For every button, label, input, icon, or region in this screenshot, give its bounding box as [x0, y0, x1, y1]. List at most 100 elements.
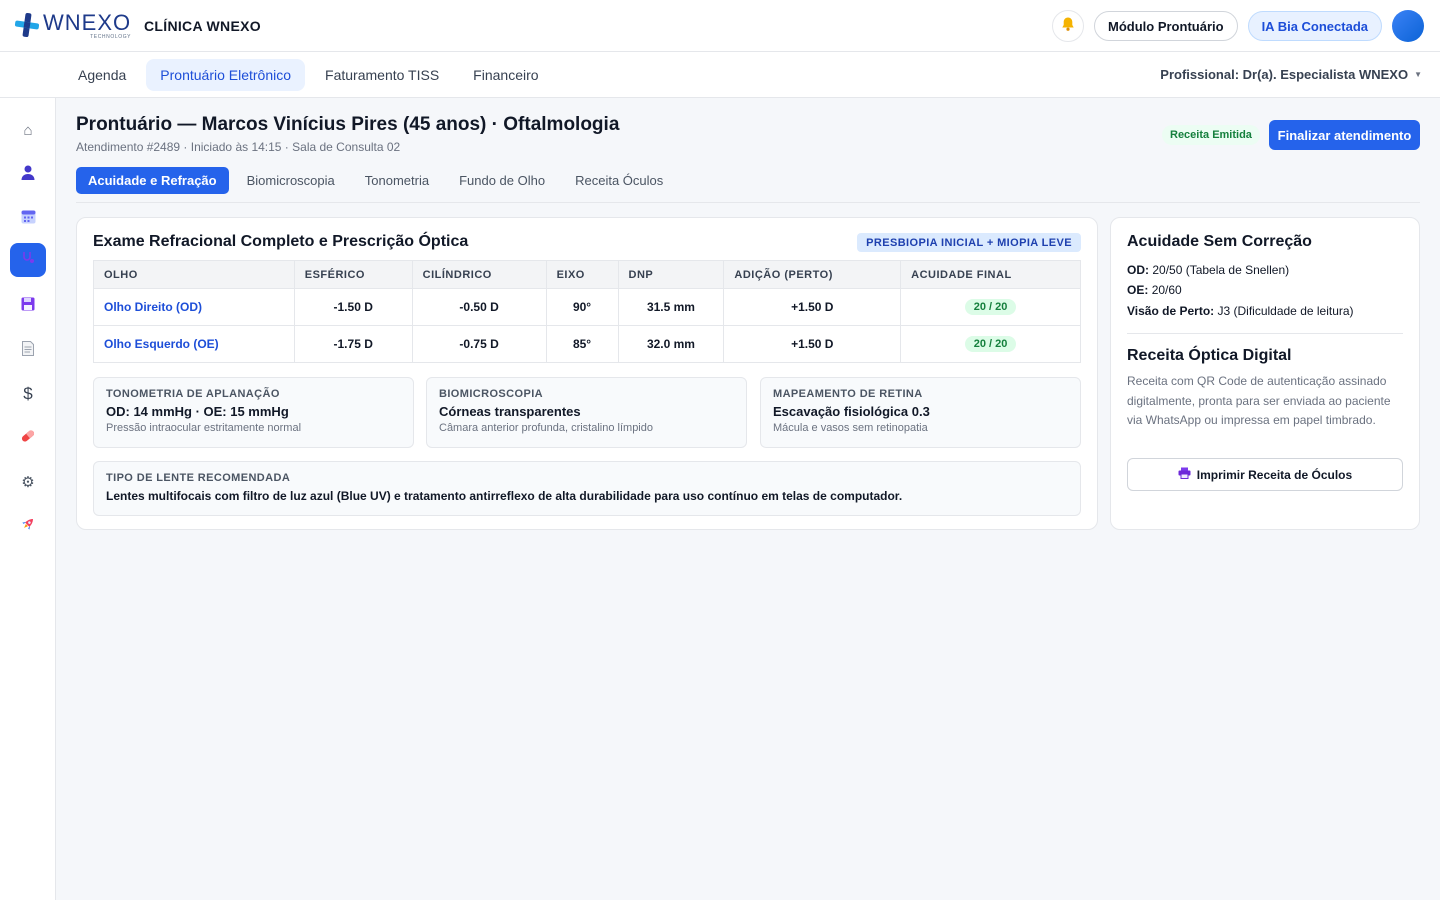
page-title: Prontuário — Marcos Vinícius Pires (45 a… [76, 114, 620, 135]
acuity-cell: 20 / 20 [900, 325, 1081, 363]
summary-value: Córneas transparentes [439, 404, 581, 419]
column-header: ACUIDADE FINAL [900, 260, 1081, 289]
summary-value: OD: 14 mmHg · OE: 15 mmHg [106, 404, 289, 419]
oe-label: OE: [1127, 283, 1149, 297]
table-row: Olho Direito (OD) -1.50 D -0.50 D 90° 31… [93, 288, 1081, 326]
status-badge: Receita Emitida [1162, 125, 1260, 145]
column-header: CILÍNDRICO [411, 260, 547, 289]
exam-card: Exame Refracional Completo e Prescrição … [76, 217, 1098, 530]
module-prontuario-button[interactable]: Módulo Prontuário [1094, 11, 1238, 41]
column-header: OLHO [93, 260, 295, 289]
od-acuity: OD: 20/50 (Tabela de Snellen) [1127, 263, 1289, 277]
tab-biomicroscopia[interactable]: Biomicroscopia [235, 167, 347, 194]
retina-mapping-summary: MAPEAMENTO DE RETINA Escavação fisiológi… [760, 377, 1081, 448]
summary-label: BIOMICROSCOPIA [439, 388, 543, 400]
sidebar-item-calendar[interactable] [10, 201, 46, 235]
eye-label: Olho Direito (OD) [93, 288, 295, 326]
dollar-icon: $ [23, 384, 33, 403]
summary-value: Escavação fisiológica 0.3 [773, 404, 930, 419]
logo-wordmark: WNEXO [43, 10, 132, 35]
near-vision: Visão de Perto: J3 (Dificuldade de leitu… [1127, 304, 1354, 318]
lens-label: TIPO DE LENTE RECOMENDADA [106, 472, 291, 484]
spherical-cell: -1.50 D [293, 288, 413, 326]
digital-rx-description: Receita com QR Code de autenticação assi… [1127, 374, 1391, 427]
table-row: Olho Esquerdo (OE) -1.75 D -0.75 D 85° 3… [93, 325, 1081, 363]
main-nav: Agenda Prontuário Eletrônico Faturamento… [0, 52, 1440, 98]
acuity-badge: 20 / 20 [964, 336, 1017, 352]
axis-cell: 90° [545, 288, 619, 326]
acuity-badge: 20 / 20 [964, 299, 1017, 315]
near-value: J3 (Dificuldade de leitura) [1217, 304, 1354, 318]
sidebar-item-patients[interactable] [10, 157, 46, 191]
tab-tonometria[interactable]: Tonometria [353, 167, 441, 194]
top-header: WNEXO TECHNOLOGY CLÍNICA WNEXO Módulo Pr… [0, 0, 1440, 52]
near-label: Visão de Perto: [1127, 304, 1215, 318]
digital-rx-title: Receita Óptica Digital [1127, 347, 1292, 364]
sidebar-item-medications[interactable] [10, 421, 46, 455]
gear-icon: ⚙ [21, 474, 35, 491]
print-glasses-rx-button[interactable]: Imprimir Receita de Óculos [1127, 458, 1403, 491]
printer-icon [1178, 467, 1191, 482]
professional-label: Profissional: Dr(a). Especialista WNEXO [1160, 67, 1409, 82]
acuity-title: Acuidade Sem Correção [1127, 233, 1312, 250]
sidebar-item-settings[interactable]: ⚙ [10, 465, 46, 499]
acuity-side-card: Acuidade Sem Correção OD: 20/50 (Tabela … [1110, 217, 1420, 530]
tab-faturamento-tiss[interactable]: Faturamento TISS [311, 59, 453, 91]
pill-icon [20, 428, 36, 448]
tab-financeiro[interactable]: Financeiro [459, 59, 552, 91]
sidebar-item-records[interactable] [10, 289, 46, 323]
oe-acuity: OE: 20/60 [1127, 283, 1182, 297]
summary-note: Mácula e vasos sem retinopatia [773, 422, 928, 434]
addition-cell: +1.50 D [723, 325, 902, 363]
column-header: ADIÇÃO (PERTO) [723, 260, 902, 289]
summary-label: TONOMETRIA DE APLANAÇÃO [106, 388, 280, 400]
spherical-cell: -1.75 D [293, 325, 413, 363]
sidebar-item-medical-record[interactable] [10, 243, 46, 277]
tonometry-summary: TONOMETRIA DE APLANAÇÃO OD: 14 mmHg · OE… [93, 377, 414, 448]
finalize-appointment-button[interactable]: Finalizar atendimento [1269, 120, 1420, 150]
sidebar-item-launch[interactable] [10, 509, 46, 543]
exam-title: Exame Refracional Completo e Prescrição … [93, 233, 469, 250]
table-header-row: OLHO ESFÉRICO CILÍNDRICO EIXO DNP ADIÇÃO… [93, 260, 1081, 289]
tab-fundo-de-olho[interactable]: Fundo de Olho [447, 167, 557, 194]
sidebar-item-home[interactable]: ⌂ [10, 113, 46, 147]
ia-status-button[interactable]: IA Bia Conectada [1247, 11, 1382, 41]
calendar-icon [21, 209, 36, 228]
summary-note: Pressão intraocular estritamente normal [106, 422, 302, 434]
refraction-table: OLHO ESFÉRICO CILÍNDRICO EIXO DNP ADIÇÃO… [93, 260, 1081, 363]
summary-label: MAPEAMENTO DE RETINA [773, 388, 923, 400]
acuity-cell: 20 / 20 [900, 288, 1081, 326]
cylindrical-cell: -0.50 D [411, 288, 547, 326]
tab-receita-oculos[interactable]: Receita Óculos [563, 167, 675, 194]
rocket-icon [20, 516, 36, 536]
divider [76, 202, 1420, 203]
oe-value: 20/60 [1151, 283, 1182, 297]
sidebar-item-finance[interactable]: $ [10, 377, 46, 411]
medical-record-icon [21, 251, 35, 269]
cross-logo-icon [14, 12, 40, 38]
lens-text: Lentes multifocais com filtro de luz azu… [106, 489, 903, 503]
axis-cell: 85° [545, 325, 619, 363]
column-header: ESFÉRICO [293, 260, 413, 289]
dnp-cell: 31.5 mm [617, 288, 725, 326]
tab-prontuario-eletronico[interactable]: Prontuário Eletrônico [146, 59, 306, 91]
tab-acuidade-refracao[interactable]: Acuidade e Refração [76, 167, 229, 194]
tab-agenda[interactable]: Agenda [64, 59, 140, 91]
save-icon [21, 297, 35, 315]
chevron-down-icon: ▼ [1414, 70, 1422, 79]
divider [1127, 333, 1403, 334]
brand-logo[interactable]: WNEXO TECHNOLOGY [14, 12, 131, 40]
print-button-label: Imprimir Receita de Óculos [1196, 467, 1353, 482]
sidebar-item-documents[interactable] [10, 333, 46, 367]
diagnosis-badge: PRESBIOPIA INICIAL + MIOPIA LEVE [857, 233, 1081, 252]
od-label: OD: [1127, 263, 1149, 277]
eye-label: Olho Esquerdo (OE) [93, 325, 295, 363]
cylindrical-cell: -0.75 D [411, 325, 547, 363]
avatar[interactable] [1392, 10, 1424, 42]
professional-selector[interactable]: Profissional: Dr(a). Especialista WNEXO … [1160, 67, 1422, 82]
biomicroscopy-summary: BIOMICROSCOPIA Córneas transparentes Câm… [426, 377, 747, 448]
notifications-button[interactable] [1052, 10, 1085, 42]
dnp-cell: 32.0 mm [617, 325, 725, 363]
home-icon: ⌂ [23, 121, 33, 139]
patient-icon [21, 165, 35, 184]
